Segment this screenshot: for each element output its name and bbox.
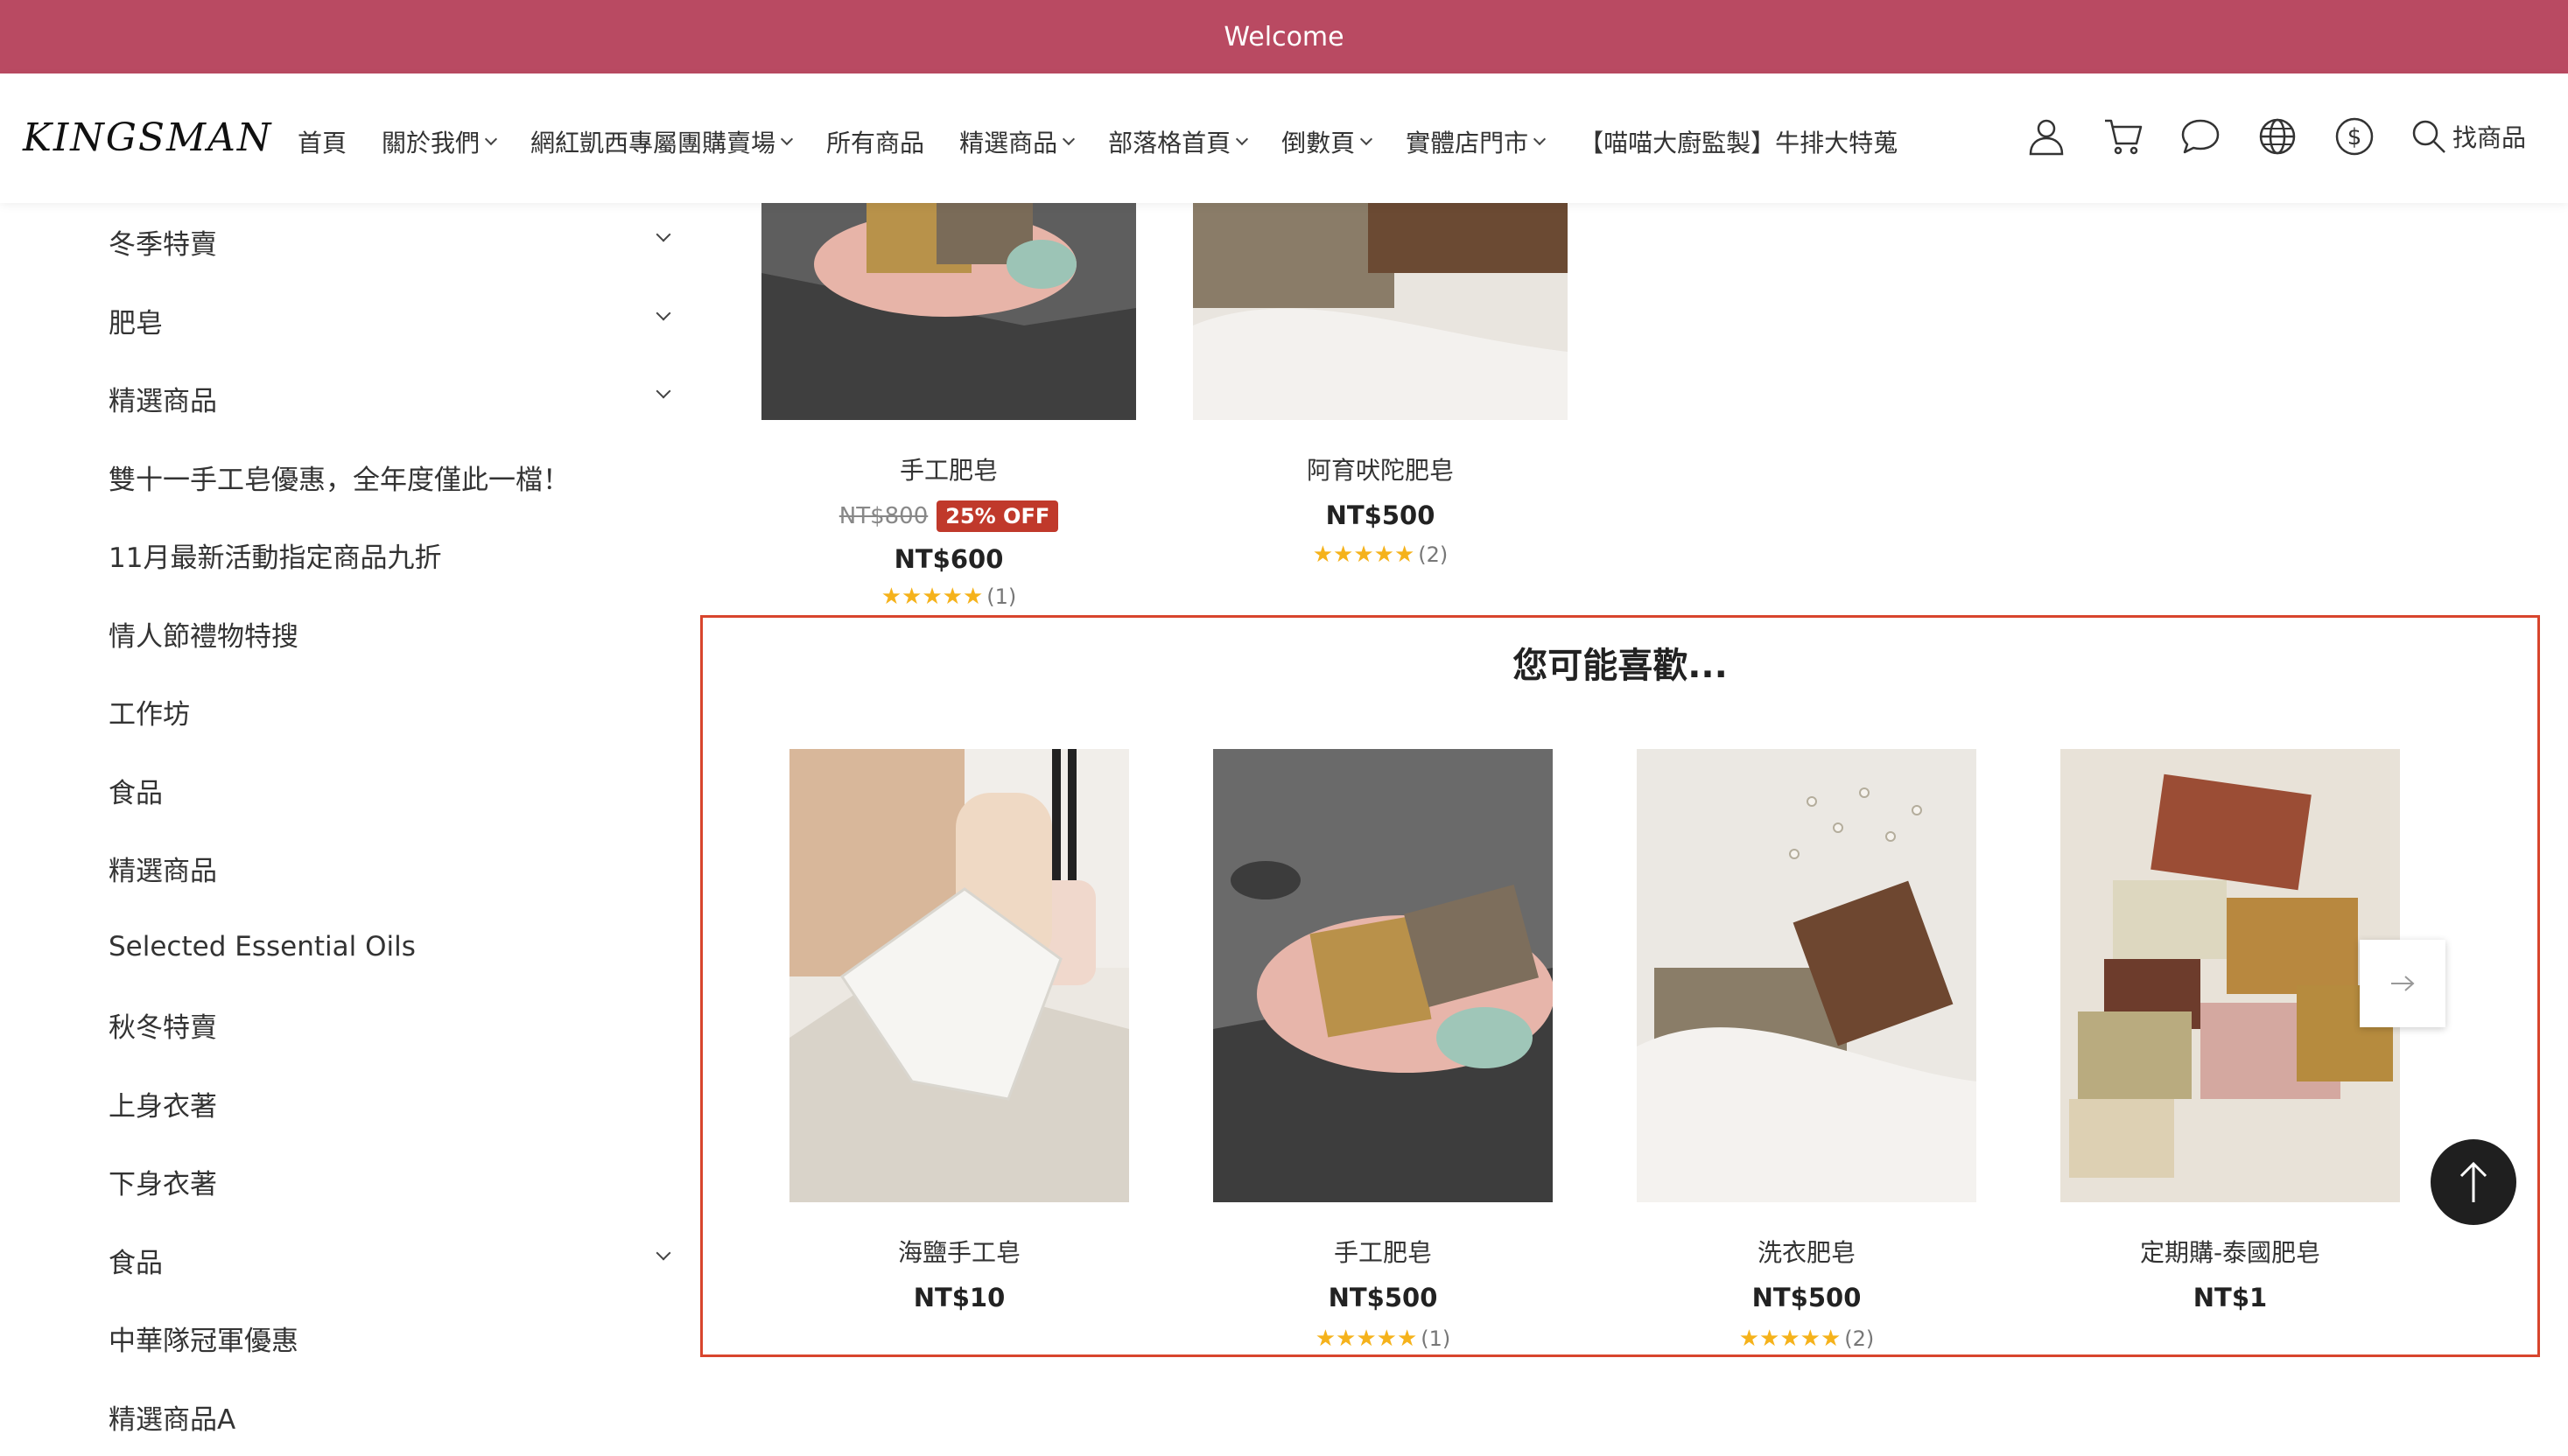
currency-icon[interactable]: $ [2333,116,2375,158]
sidebar-item[interactable]: 中華隊冠軍優惠 [109,1299,677,1378]
search-icon [2410,118,2447,155]
nav-item-about[interactable]: 關於我們 [382,124,495,159]
nav-item-countdown[interactable]: 倒數頁 [1281,124,1371,159]
sidebar-item[interactable]: 秋冬特賣 [109,986,677,1065]
cart-icon[interactable] [2102,116,2144,158]
star-icon: ★★★★★ [881,585,984,608]
product-rating: ★★★★★ (1) [1213,1326,1553,1351]
recommended-product-card[interactable]: 定期購-泰國肥皂 NT$1 [2060,749,2400,1312]
nav-item-blog[interactable]: 部落格首頁 [1108,124,1246,159]
sidebar-item[interactable]: 下身衣著 [109,1143,677,1222]
main-nav: 首頁 關於我們 網紅凱西專屬團購賣場 所有商品 精選商品 部落格首頁 倒數頁 實… [298,124,1933,159]
review-count: (1) [1421,1326,1450,1351]
recommendations-title: 您可能喜歡... [703,637,2537,688]
sidebar-item[interactable]: 上身衣著 [109,1065,677,1144]
product-rating: ★★★★★ (1) [761,584,1136,609]
sidebar-item[interactable]: 精選商品 [109,360,677,438]
welcome-text: Welcome [1224,22,1344,52]
product-image[interactable] [789,749,1129,1202]
product-image[interactable] [1637,749,1976,1202]
discount-badge: 25% OFF [937,500,1058,532]
recommended-product-card[interactable]: 手工肥皂 NT$500 ★★★★★ (1) [1213,749,1553,1351]
nav-item-steak[interactable]: 【喵喵大廚監製】牛排大特蒐 [1579,124,1898,159]
svg-text:$: $ [2347,124,2362,150]
sidebar-item[interactable]: 食品 [109,1222,677,1300]
star-icon: ★★★★★ [1739,1327,1842,1350]
chat-icon[interactable] [2179,116,2221,158]
review-count: (2) [1418,542,1448,567]
globe-icon[interactable] [2256,116,2298,158]
product-rating: ★★★★★ (2) [1637,1326,1976,1351]
site-logo[interactable]: KINGSMAN [23,116,272,160]
search-label: 找商品 [2452,119,2526,154]
recommended-product-card[interactable]: 海鹽手工皂 NT$10 [789,749,1129,1312]
nav-item-stores[interactable]: 實體店門市 [1406,124,1544,159]
header-icons: $ 找商品 [2025,116,2526,158]
sidebar-item[interactable]: 肥皂 [109,282,677,360]
sidebar-item[interactable]: 工作坊 [109,673,677,752]
sidebar-item[interactable]: 情人節禮物特搜 [109,595,677,674]
product-price: NT$600 [761,544,1136,574]
sidebar-item[interactable]: 11月最新活動指定商品九折 [109,516,677,595]
product-price: NT$1 [2060,1283,2400,1312]
product-price: NT$500 [1637,1283,1976,1312]
carousel-next-button[interactable] [2360,940,2445,1027]
recommendations-section: 您可能喜歡... 海鹽手工皂 NT$10 [700,615,2540,1357]
welcome-banner: Welcome [0,0,2568,74]
nav-item-home[interactable]: 首頁 [298,124,347,159]
sidebar-item[interactable]: 雙十一手工皂優惠，全年度僅此一檔！ [109,438,677,517]
chevron-down-icon[interactable] [656,228,671,242]
site-header: KINGSMAN 首頁 關於我們 網紅凱西專屬團購賣場 所有商品 精選商品 部落… [0,74,2568,203]
user-icon[interactable] [2025,116,2067,158]
back-to-top-button[interactable] [2431,1139,2516,1225]
review-count: (2) [1844,1326,1874,1351]
product-name[interactable]: 手工肥皂 [761,452,1136,486]
arrow-right-icon [2389,973,2416,994]
sidebar-item[interactable]: Selected Essential Oils [109,908,677,987]
original-price: NT$800 [839,503,929,529]
arrow-up-icon [2454,1158,2493,1206]
product-name[interactable]: 手工肥皂 [1213,1234,1553,1269]
product-name[interactable]: 阿育吠陀肥皂 [1193,452,1568,486]
sidebar-item[interactable]: 冬季特賣 [109,203,677,282]
sidebar-item[interactable]: 食品 [109,752,677,830]
product-price: NT$10 [789,1283,1129,1312]
chevron-down-icon [1533,133,1546,145]
product-image[interactable] [1193,203,1568,420]
chevron-down-icon [781,133,793,145]
search-button[interactable]: 找商品 [2410,118,2526,155]
chevron-down-icon [485,133,497,145]
chevron-down-icon [1360,133,1372,145]
nav-item-featured[interactable]: 精選商品 [959,124,1073,159]
product-image[interactable] [1213,749,1553,1202]
chevron-down-icon [1236,133,1248,145]
sidebar-item[interactable]: 精選商品A [109,1378,677,1456]
sidebar-item[interactable]: 精選商品 [109,830,677,908]
product-name[interactable]: 洗衣肥皂 [1637,1234,1976,1269]
product-rating: ★★★★★ (2) [1193,542,1568,567]
product-card[interactable]: 阿育吠陀肥皂 NT$500 ★★★★★ (2) [1193,203,1568,567]
product-price: NT$500 [1213,1283,1553,1312]
product-price: NT$500 [1193,500,1568,530]
chevron-down-icon[interactable] [656,1245,671,1260]
category-sidebar: 冬季特賣 肥皂 精選商品 雙十一手工皂優惠，全年度僅此一檔！ 11月最新活動指定… [109,203,677,1456]
product-image[interactable] [761,203,1136,420]
recommended-product-card[interactable]: 洗衣肥皂 NT$500 ★★★★★ (2) [1637,749,1976,1351]
nav-item-all-products[interactable]: 所有商品 [826,124,924,159]
product-card[interactable]: 手工肥皂 NT$800 25% OFF NT$600 ★★★★★ (1) [761,203,1136,609]
review-count: (1) [986,584,1016,609]
chevron-down-icon[interactable] [656,384,671,399]
nav-item-group-buy[interactable]: 網紅凱西專屬團購賣場 [530,124,791,159]
product-name[interactable]: 海鹽手工皂 [789,1234,1129,1269]
chevron-down-icon [1063,133,1075,145]
star-icon: ★★★★★ [1316,1327,1418,1350]
product-name[interactable]: 定期購-泰國肥皂 [2060,1234,2400,1269]
star-icon: ★★★★★ [1313,543,1415,566]
chevron-down-icon[interactable] [656,305,671,320]
product-image[interactable] [2060,749,2400,1202]
